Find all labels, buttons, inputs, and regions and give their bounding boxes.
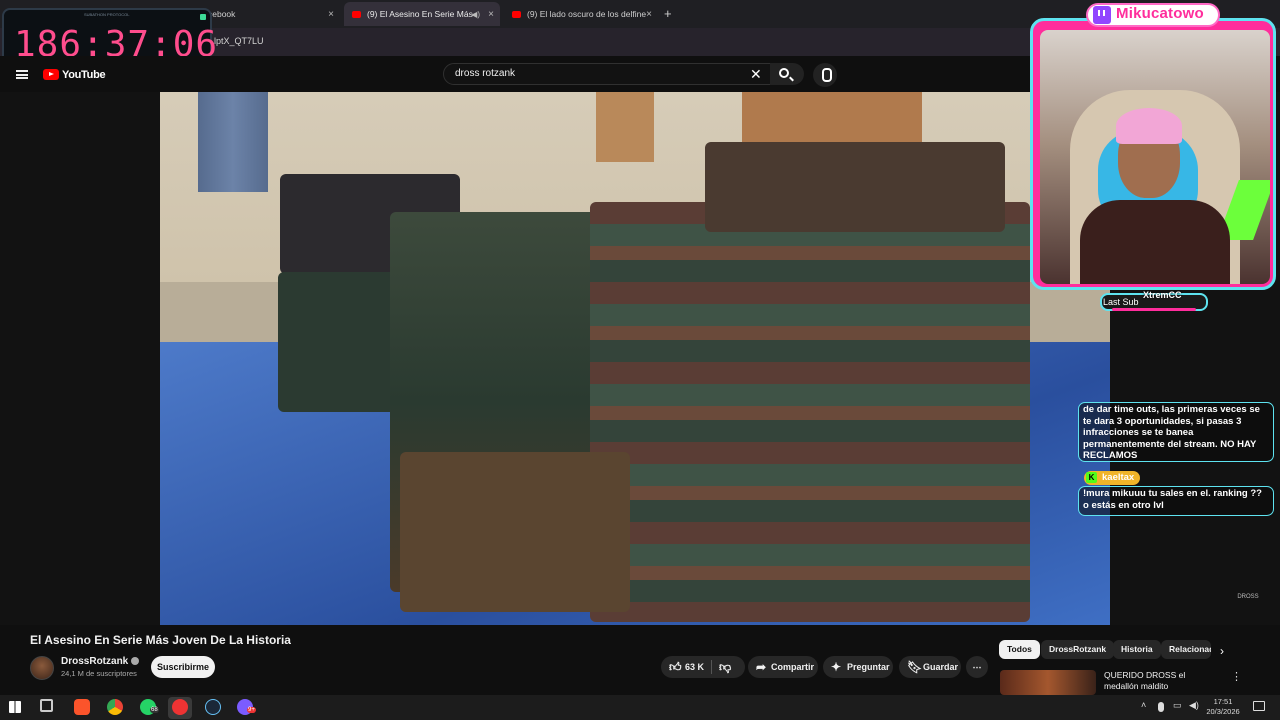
video-title: El Asesino En Serie Más Joven De La Hist… xyxy=(30,633,291,647)
recommended-thumbnail[interactable] xyxy=(1000,670,1096,695)
close-icon[interactable]: × xyxy=(328,9,334,20)
tray-chevron-icon[interactable]: ˄ xyxy=(1141,700,1146,710)
channel-watermark: DROSS xyxy=(1237,594,1259,600)
more-actions-button[interactable]: ⋯ xyxy=(966,656,988,678)
webcam-body xyxy=(1080,200,1230,284)
task-view-icon[interactable] xyxy=(40,699,53,712)
tray-microphone-icon[interactable] xyxy=(1158,702,1164,712)
windows-start-icon[interactable] xyxy=(9,701,21,713)
sparkle-icon: ✦ xyxy=(831,660,842,674)
clock-date: 20/3/2026 xyxy=(1206,707,1240,716)
video-scene-pillar xyxy=(596,92,654,162)
video-scene-blanket-pile xyxy=(400,452,630,612)
microphone-icon[interactable] xyxy=(813,63,837,87)
chat-message: !mura mikuuu tu sales en el. ranking ?? … xyxy=(1078,486,1274,516)
timer-corner-decoration xyxy=(200,14,206,20)
chip-related[interactable]: Relacionad xyxy=(1161,640,1211,659)
new-tab-button[interactable]: + xyxy=(664,6,672,21)
webcam-feed xyxy=(1040,30,1270,284)
chip-channel[interactable]: DrossRotzank xyxy=(1041,640,1115,659)
kick-icon: K xyxy=(1086,472,1097,483)
clock-time: 17:51 xyxy=(1213,697,1233,706)
hamburger-menu-icon[interactable] xyxy=(16,70,28,79)
verified-icon xyxy=(131,657,140,666)
last-sub-name: XtremCC xyxy=(1143,290,1182,300)
tab-dolphins-video[interactable]: (9) El lado oscuro de los delfine × xyxy=(504,2,658,26)
youtube-logo-text[interactable]: YouTube xyxy=(62,69,106,81)
webcam-hat xyxy=(1116,108,1182,144)
chevron-right-icon[interactable]: › xyxy=(1220,644,1224,658)
tab-label: (9) El lado oscuro de los delfine xyxy=(527,9,647,19)
video-player[interactable] xyxy=(160,92,1110,625)
youtube-logo-icon[interactable] xyxy=(43,69,59,80)
streamer-name: Mikucatowo xyxy=(1116,5,1204,22)
ask-label: Preguntar xyxy=(847,662,890,672)
windows-taskbar xyxy=(0,695,1280,720)
twitch-icon xyxy=(1093,6,1111,24)
channel-name[interactable]: DrossRotzank xyxy=(61,656,128,667)
clear-search-icon[interactable]: ✕ xyxy=(750,66,762,83)
like-dislike-group: 👍︎ 63 K 👎︎ xyxy=(661,656,745,678)
recommended-more-icon[interactable]: ⋮ xyxy=(1231,670,1242,683)
ask-button[interactable]: ✦ Preguntar xyxy=(823,656,893,678)
tray-network-icon[interactable]: ▭ xyxy=(1173,700,1182,711)
share-button[interactable]: ➦ Compartir xyxy=(748,656,818,678)
thumbs-up-icon[interactable]: 👍︎ xyxy=(669,656,682,678)
tray-volume-icon[interactable]: ◀) xyxy=(1189,700,1199,711)
like-count[interactable]: 63 K xyxy=(685,656,704,678)
chrome-icon[interactable] xyxy=(107,699,123,715)
channel-name-row[interactable]: DrossRotzank xyxy=(61,656,140,667)
bookmark-icon: 🔖︎ xyxy=(907,660,923,674)
last-sub-bar xyxy=(1112,308,1196,311)
divider xyxy=(711,660,712,674)
save-button[interactable]: 🔖︎ Guardar xyxy=(899,656,961,678)
channel-avatar[interactable] xyxy=(30,656,54,680)
screen: cebook × (9) El Asesino En Serie Más ◀) … xyxy=(0,0,1280,720)
search-value[interactable]: dross rotzank xyxy=(455,68,515,79)
brave-browser-icon[interactable] xyxy=(74,699,90,715)
recommended-title[interactable]: QUERIDO DROSS el medallón maldito xyxy=(1104,670,1222,692)
speaker-icon[interactable]: ◀) xyxy=(471,10,480,19)
last-sub-label: Last Sub xyxy=(1103,297,1139,307)
notifications-icon[interactable] xyxy=(1253,701,1265,711)
chip-history[interactable]: Historia xyxy=(1113,640,1161,659)
video-scene-blanket-pile xyxy=(590,202,1030,622)
discord-badge: 9+ xyxy=(247,707,256,713)
taskbar-clock[interactable]: 17:51 20/3/2026 xyxy=(1204,697,1242,717)
url-text[interactable]: lptX_QT7LU xyxy=(214,36,264,46)
save-label: Guardar xyxy=(923,662,959,672)
tab-label: (9) El Asesino En Serie Más xyxy=(367,9,473,19)
video-scene-person-legs xyxy=(198,92,268,192)
video-scene-blanket-pile xyxy=(705,142,1005,232)
steam-icon[interactable] xyxy=(205,699,221,715)
whatsapp-badge: 68 xyxy=(150,707,159,713)
tab-facebook[interactable]: cebook × xyxy=(200,2,340,26)
timer-caption: SUBATHON PROTOCOL xyxy=(84,12,130,17)
tab-active-video[interactable]: (9) El Asesino En Serie Más ◀) × xyxy=(344,2,500,26)
search-icon[interactable] xyxy=(779,68,789,78)
obs-icon[interactable] xyxy=(172,699,188,715)
share-label: Compartir xyxy=(771,662,815,672)
youtube-favicon-icon xyxy=(512,10,521,18)
close-icon[interactable]: × xyxy=(646,9,652,20)
tab-label: cebook xyxy=(208,9,236,19)
youtube-favicon-icon xyxy=(352,10,361,18)
subscriber-count: 24,1 M de suscriptores xyxy=(61,669,137,678)
chat-message: de dar time outs, las primeras veces se … xyxy=(1078,402,1274,462)
close-icon[interactable]: × xyxy=(488,9,494,20)
share-icon: ➦ xyxy=(756,660,767,674)
chip-all[interactable]: Todos xyxy=(999,640,1040,659)
subscribe-button[interactable]: Suscribirme xyxy=(151,656,215,678)
thumbs-down-icon[interactable]: 👎︎ xyxy=(719,656,731,678)
